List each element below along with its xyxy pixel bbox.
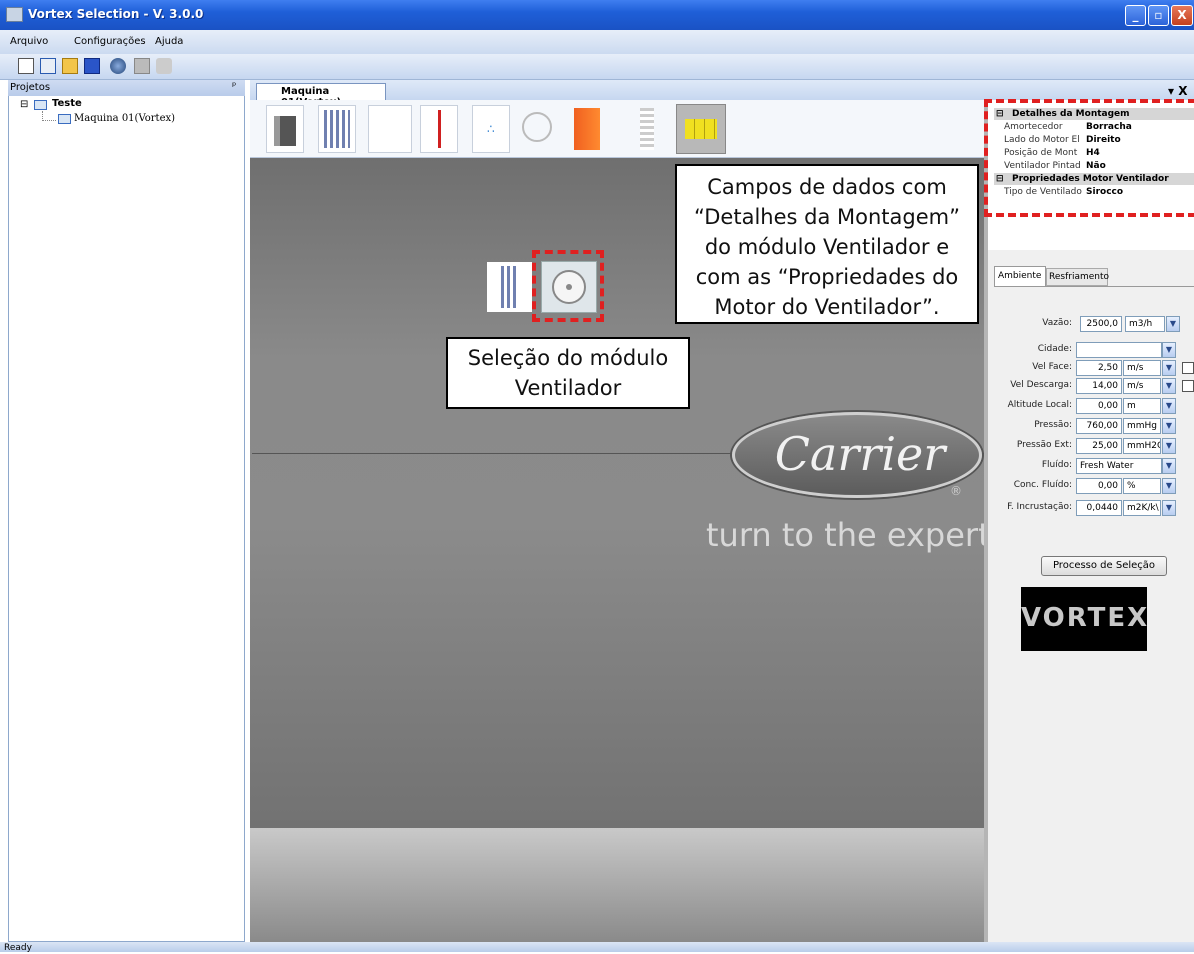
module-panel-selected[interactable] [676,104,726,154]
tree-root-teste[interactable]: Teste [52,98,82,109]
placed-filter-module[interactable] [487,262,532,312]
concfluido-input[interactable]: 0,00 [1076,478,1122,494]
cidade-select[interactable] [1076,342,1162,358]
tree-expander-icon[interactable]: ⊟ [20,99,28,110]
concfluido-unit[interactable]: % [1123,478,1161,494]
vortex-logo: VORTEX [1021,587,1147,651]
cidade-dropdown-icon[interactable]: ▼ [1162,342,1176,358]
fincrust-label: F. Incrustação: [1007,502,1072,512]
altitude-label: Altitude Local: [1007,400,1072,410]
globe-icon[interactable] [110,58,126,74]
tab-underline [994,286,1194,287]
veldescarga-unit[interactable]: m/s [1123,378,1161,394]
menu-ajuda[interactable]: Ajuda [155,36,183,47]
module-sound-icon[interactable] [522,112,552,142]
fincrust-input[interactable]: 0,0440 [1076,500,1122,516]
velface-dropdown-icon[interactable]: ▼ [1162,360,1176,376]
tab-ambiente[interactable]: Ambiente [994,266,1046,286]
module-heater[interactable] [420,105,458,153]
pressaoext-label: Pressão Ext: [1016,440,1072,450]
fincrust-dropdown-icon[interactable]: ▼ [1162,500,1176,516]
tool-icon[interactable] [156,58,172,74]
menu-bar: Arquivo Configurações Ajuda [0,30,1194,54]
tab-close-icon[interactable]: ▾ X [1168,84,1187,98]
velface-checkbox[interactable] [1182,362,1194,374]
tree-connector [42,111,56,121]
pressaoext-input[interactable]: 25,00 [1076,438,1122,454]
carrier-tagline: turn to the expert [706,516,984,554]
restore-button[interactable]: ▫ [1148,5,1169,26]
tab-maquina[interactable]: Maquina 01(Vortex) [256,83,386,108]
vazao-label: Vazão: [1042,318,1072,328]
projects-title: Projetos [10,82,51,93]
vortex-logo-text: VORTEX [1021,603,1150,633]
canvas-floor [250,828,984,942]
projects-panel-header: Projetos ᵖ [8,80,245,96]
veldescarga-label: Vel Descarga: [1010,380,1072,390]
new-icon[interactable] [18,58,34,74]
pressaoext-dropdown-icon[interactable]: ▼ [1162,438,1176,454]
save-icon[interactable] [84,58,100,74]
concfluido-label: Conc. Fluído: [1013,480,1072,490]
module-humidifier[interactable]: ∴ [472,105,510,153]
altitude-unit[interactable]: m [1123,398,1161,414]
vazao-input[interactable]: 2500,0 [1080,316,1122,332]
pressao-dropdown-icon[interactable]: ▼ [1162,418,1176,434]
velface-input[interactable]: 2,50 [1076,360,1122,376]
callout-module: Seleção do módulo Ventilador [446,337,690,409]
velface-unit[interactable]: m/s [1123,360,1161,376]
cidade-label: Cidade: [1037,344,1072,354]
pressao-unit[interactable]: mmHg [1123,418,1161,434]
registered-mark: ® [950,484,962,498]
calc-icon[interactable] [134,58,150,74]
module-coil-red[interactable] [574,108,600,150]
projects-panel [8,80,245,942]
vazao-unit-dropdown-icon[interactable]: ▼ [1166,316,1180,332]
toolbar [0,54,1194,80]
minimize-button[interactable]: _ [1125,5,1146,26]
module-empty[interactable] [368,105,412,153]
callout-fields: Campos de dados com “Detalhes da Montage… [675,164,979,324]
pressao-label: Pressão: [1034,420,1072,430]
tree-item-maquina[interactable]: Maquina 01(Vortex) [74,113,175,124]
close-button[interactable]: X [1171,5,1193,26]
fincrust-unit[interactable]: m2K/k\ [1123,500,1161,516]
fluido-select[interactable]: Fresh Water [1076,458,1162,474]
pressaoext-unit[interactable]: mmH2C [1123,438,1161,454]
veldescarga-checkbox[interactable] [1182,380,1194,392]
fluido-label: Fluído: [1041,460,1072,470]
fan-selection-bracket [532,250,604,322]
veldescarga-dropdown-icon[interactable]: ▼ [1162,378,1176,394]
module-motor[interactable] [266,105,304,153]
carrier-logo-text: Carrier [774,427,946,481]
properties-highlight-frame [984,99,1194,217]
altitude-dropdown-icon[interactable]: ▼ [1162,398,1176,414]
altitude-input[interactable]: 0,00 [1076,398,1122,414]
tab-resfriamento[interactable]: Resfriamento [1046,268,1109,286]
document-tabstrip [250,80,1194,100]
velface-label: Vel Face: [1032,362,1072,372]
carrier-logo: Carrier [732,412,982,498]
pressao-input[interactable]: 760,00 [1076,418,1122,434]
menu-configuracoes[interactable]: Configurações [74,36,146,47]
fluido-dropdown-icon[interactable]: ▼ [1162,458,1176,474]
pin-icon[interactable]: ᵖ [232,81,236,92]
machine-icon [58,114,71,124]
new-project-icon[interactable] [40,58,56,74]
module-toolbar [250,100,984,158]
veldescarga-input[interactable]: 14,00 [1076,378,1122,394]
processo-selecao-button[interactable]: Processo de Seleção [1041,556,1167,576]
open-folder-icon[interactable] [62,58,78,74]
app-icon [6,7,23,22]
module-coil-grey[interactable] [640,108,654,150]
module-filter[interactable] [318,105,356,153]
title-bar: Vortex Selection - V. 3.0.0 _ ▫ X [0,0,1194,30]
vazao-unit[interactable]: m3/h [1125,316,1165,332]
status-bar: Ready [0,942,1194,953]
menu-arquivo[interactable]: Arquivo [10,36,48,47]
window-title: Vortex Selection - V. 3.0.0 [28,7,204,21]
project-icon [34,100,47,110]
concfluido-dropdown-icon[interactable]: ▼ [1162,478,1176,494]
